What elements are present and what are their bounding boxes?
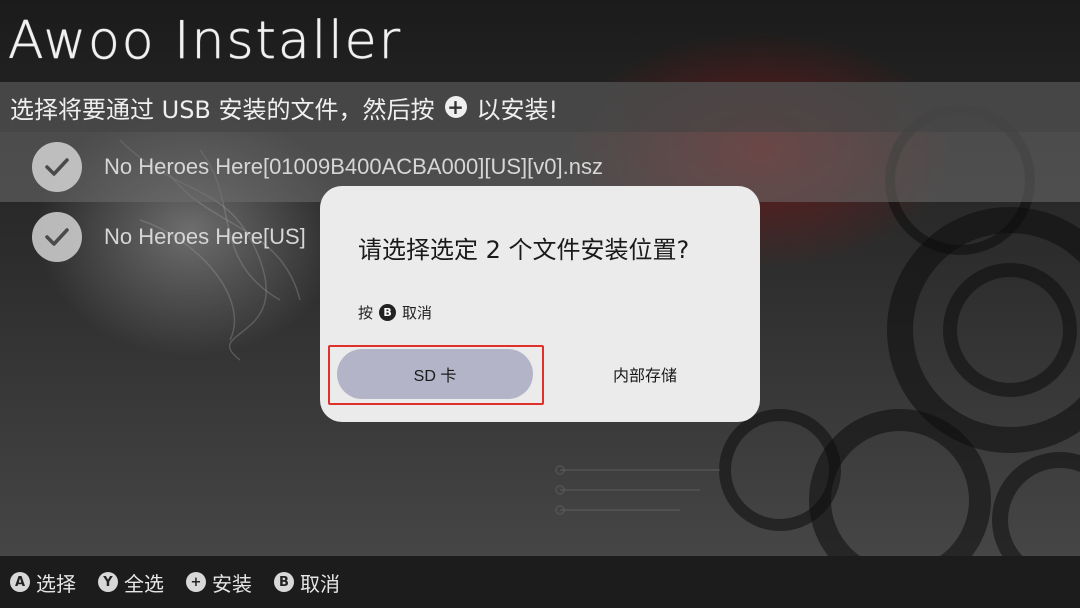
dialog-cancel-hint: 按 B 取消 (358, 302, 432, 323)
cancel-hint-prefix: 按 (358, 304, 374, 322)
instruction-text-suffix: 以安装! (476, 95, 559, 124)
app-title: Awoo Installer (8, 11, 403, 72)
controls-footer: A 选择 Y 全选 + 安装 B 取消 (0, 556, 1080, 608)
footer-install-label: 安装 (212, 571, 252, 596)
footer-install[interactable]: + 安装 (186, 568, 252, 597)
plus-button-icon: + (186, 572, 206, 592)
b-button-icon: B (274, 572, 294, 592)
plus-button-icon: + (444, 96, 467, 118)
footer-cancel-label: 取消 (300, 571, 340, 596)
y-button-icon: Y (98, 572, 118, 592)
cancel-hint-suffix: 取消 (402, 304, 433, 322)
footer-cancel[interactable]: B 取消 (274, 568, 340, 597)
file-name: No Heroes Here[01009B400ACBA000][US][v0]… (104, 154, 603, 179)
footer-select-label: 选择 (36, 571, 76, 596)
sd-card-button[interactable]: SD 卡 (337, 349, 533, 399)
footer-select-all[interactable]: Y 全选 (98, 568, 164, 597)
dialog-title: 请选择选定 2 个文件安装位置? (358, 236, 690, 264)
instruction-bar: 选择将要通过 USB 安装的文件，然后按 + 以安装! (0, 82, 1080, 132)
a-button-icon: A (10, 572, 30, 592)
install-location-dialog: 请选择选定 2 个文件安装位置? 按 B 取消 SD 卡 内部存储 (320, 186, 760, 422)
instruction-text-prefix: 选择将要通过 USB 安装的文件，然后按 (10, 95, 435, 124)
check-icon (32, 142, 82, 192)
footer-select[interactable]: A 选择 (10, 568, 76, 597)
footer-select-all-label: 全选 (124, 571, 164, 596)
check-icon (32, 212, 82, 262)
file-name: No Heroes Here[US] (104, 224, 306, 249)
b-button-icon: B (379, 304, 397, 321)
internal-storage-button[interactable]: 内部存储 (555, 349, 735, 399)
